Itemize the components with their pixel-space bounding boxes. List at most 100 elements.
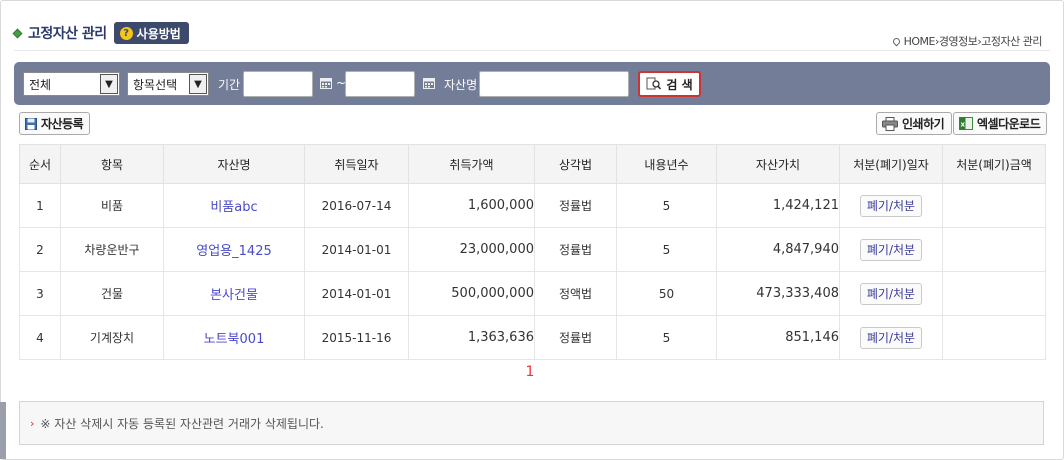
breadcrumb: HOME › 경영정보 › 고정자산 관리 [891, 33, 1042, 49]
asset-value-cell: 851,146 [716, 315, 840, 360]
useful-life-cell: 5 [616, 227, 717, 272]
printer-icon [882, 116, 898, 131]
depreciation-method-cell: 정률법 [534, 315, 617, 360]
row-number: 1 [19, 183, 61, 228]
help-button[interactable]: ? 사용방법 [113, 22, 189, 44]
column-header: 순서 [19, 144, 61, 184]
asset-value-cell: 473,333,408 [716, 271, 840, 316]
excel-icon: x [959, 117, 973, 130]
asset-name-link[interactable]: 영업용_1425 [163, 227, 305, 272]
row-number: 3 [19, 271, 61, 316]
search-button-label: 검 색 [666, 77, 693, 92]
magnifier-icon [646, 77, 662, 90]
depreciation-method-cell: 정액법 [534, 271, 617, 316]
location-pin-icon [891, 36, 902, 46]
side-edge [0, 402, 6, 459]
breadcrumb-current: 고정자산 관리 [981, 35, 1042, 48]
disposal-amount-cell [942, 271, 1046, 316]
useful-life-cell: 5 [616, 183, 717, 228]
chevron-down-icon: ▼ [100, 74, 118, 94]
page-number-current[interactable]: 1 [526, 364, 535, 380]
pagination: 1 [0, 364, 1060, 380]
print-button[interactable]: 인쇄하기 [876, 112, 953, 135]
item-select-value: 항목선택 [133, 77, 178, 92]
acquisition-date-cell: 2015-11-16 [304, 315, 409, 360]
table-header-row: 순서 항목 자산명 취득일자 취득가액 상각법 내용년수 자산가치 처분(폐기)… [19, 144, 1046, 184]
dispose-button[interactable]: 폐기/처분 [859, 282, 923, 305]
disposal-date-cell: 폐기/처분 [839, 183, 943, 228]
disposal-date-cell: 폐기/처분 [839, 271, 943, 316]
start-date-input[interactable] [243, 71, 313, 97]
column-header: 처분(폐기)금액 [942, 144, 1046, 184]
dispose-button[interactable]: 폐기/처분 [859, 238, 923, 261]
column-header: 자산가치 [716, 144, 840, 184]
acquisition-cost-cell: 1,363,636 [408, 315, 535, 360]
acquisition-cost-cell: 23,000,000 [408, 227, 535, 272]
asset-value-cell: 4,847,940 [716, 227, 840, 272]
print-label: 인쇄하기 [902, 117, 945, 131]
asset-table: 순서 항목 자산명 취득일자 취득가액 상각법 내용년수 자산가치 처분(폐기)… [19, 144, 1046, 360]
disposal-date-cell: 폐기/처분 [839, 315, 943, 360]
calendar-icon[interactable] [423, 77, 435, 89]
floppy-disk-icon [25, 117, 37, 130]
bullet-diamond-icon [12, 28, 23, 38]
acquisition-cost-cell: 500,000,000 [408, 271, 535, 316]
asset-name-link[interactable]: 노트북001 [163, 315, 305, 360]
column-header: 처분(폐기)일자 [839, 144, 943, 184]
depreciation-method-cell: 정률법 [534, 183, 617, 228]
register-asset-label: 자산등록 [41, 117, 84, 131]
column-header: 내용년수 [616, 144, 717, 184]
acquisition-date-cell: 2016-07-14 [304, 183, 409, 228]
table-row: 4 기계장치 노트북001 2015-11-16 1,363,636 정률법 5… [19, 315, 1046, 360]
disposal-amount-cell [942, 315, 1046, 360]
category-select[interactable]: 전체 ▼ [23, 72, 120, 96]
notice-text: ※ 자산 삭제시 자동 등록된 자산관련 거래가 삭제됩니다. [40, 416, 324, 431]
asset-name-link[interactable]: 비품abc [163, 183, 305, 228]
page-title: 고정자산 관리 [28, 26, 107, 42]
column-header: 취득일자 [304, 144, 409, 184]
chevron-right-icon: › [30, 416, 35, 430]
table-row: 1 비품 비품abc 2016-07-14 1,600,000 정률법 5 1,… [19, 183, 1046, 228]
title-divider [14, 50, 1050, 51]
dispose-button[interactable]: 폐기/처분 [859, 326, 923, 349]
category-select-value: 전체 [29, 77, 52, 92]
excel-download-button[interactable]: x 엑셀다운로드 [953, 112, 1048, 135]
help-label: 사용방법 [136, 26, 181, 41]
acquisition-date-cell: 2014-01-01 [304, 271, 409, 316]
item-cell: 기계장치 [60, 315, 164, 360]
depreciation-method-cell: 정률법 [534, 227, 617, 272]
row-number: 2 [19, 227, 61, 272]
notice-box: › ※ 자산 삭제시 자동 등록된 자산관련 거래가 삭제됩니다. [19, 401, 1044, 445]
disposal-amount-cell [942, 227, 1046, 272]
chevron-down-icon: ▼ [189, 74, 207, 94]
item-cell: 차량운반구 [60, 227, 164, 272]
column-header: 취득가액 [408, 144, 535, 184]
breadcrumb-section[interactable]: 경영정보 [939, 33, 978, 49]
useful-life-cell: 50 [616, 271, 717, 316]
asset-name-link[interactable]: 본사건물 [163, 271, 305, 316]
column-header: 상각법 [534, 144, 617, 184]
title-row: 고정자산 관리 ? 사용방법 [12, 22, 189, 44]
acquisition-date-cell: 2014-01-01 [304, 227, 409, 272]
disposal-date-cell: 폐기/처분 [839, 227, 943, 272]
breadcrumb-home[interactable]: HOME [904, 35, 936, 48]
item-cell: 비품 [60, 183, 164, 228]
column-header: 항목 [60, 144, 164, 184]
search-bar: 전체 ▼ 항목선택 ▼ 기간 : ~ 자산명 : 검 색 [14, 62, 1050, 105]
table-row: 3 건물 본사건물 2014-01-01 500,000,000 정액법 50 … [19, 271, 1046, 316]
dispose-button[interactable]: 폐기/처분 [859, 194, 923, 217]
table-row: 2 차량운반구 영업용_1425 2014-01-01 23,000,000 정… [19, 227, 1046, 272]
row-number: 4 [19, 315, 61, 360]
register-asset-button[interactable]: 자산등록 [19, 112, 91, 135]
question-icon: ? [119, 26, 133, 40]
calendar-icon[interactable] [320, 77, 332, 89]
column-header: 자산명 [163, 144, 305, 184]
asset-name-input[interactable] [479, 71, 629, 97]
item-cell: 건물 [60, 271, 164, 316]
end-date-input[interactable] [345, 71, 415, 97]
disposal-amount-cell [942, 183, 1046, 228]
acquisition-cost-cell: 1,600,000 [408, 183, 535, 228]
search-button[interactable]: 검 색 [638, 71, 701, 97]
asset-value-cell: 1,424,121 [716, 183, 840, 228]
item-select[interactable]: 항목선택 ▼ [127, 72, 209, 96]
